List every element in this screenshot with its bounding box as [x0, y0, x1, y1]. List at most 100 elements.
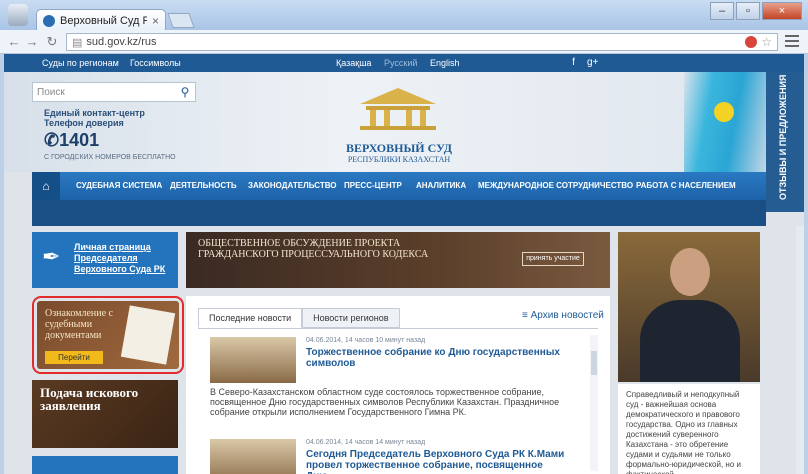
state-symbols-link[interactable]: Госсимволы	[130, 58, 181, 68]
claim-filing-banner[interactable]: Подача искового заявления	[32, 380, 178, 448]
tab-regional-news[interactable]: Новости регионов	[302, 308, 400, 328]
list-icon: ≡	[522, 310, 528, 321]
apple-icon[interactable]	[492, 57, 503, 68]
tab-latest-news[interactable]: Последние новости	[198, 308, 303, 328]
president-portrait-image	[618, 232, 760, 382]
news-archive-label: Архив новостей	[530, 310, 604, 321]
kazakhstan-flag-image	[684, 72, 766, 172]
search-field[interactable]: Поиск ⚲	[32, 82, 196, 102]
user-avatar-icon[interactable]	[8, 4, 28, 26]
regions-link[interactable]: Суды по регионам	[42, 58, 119, 68]
court-name[interactable]: ВЕРХОВНЫЙ СУД РЕСПУБЛИКИ КАЗАХСТАН	[339, 142, 459, 166]
court-documents-title: Ознакомление с судебными документами	[45, 308, 113, 341]
left-column-next-banner[interactable]	[32, 456, 178, 474]
news-date: 04.06.2014, 14 часов 14 минут назад	[306, 439, 426, 446]
extension-icon[interactable]	[745, 36, 758, 48]
lang-kazakh-link[interactable]: Қазақша	[336, 58, 371, 68]
window-controls: – ▫ ×	[710, 2, 802, 20]
contact-line-1: Единый контакт-центр	[44, 108, 145, 118]
page-scrollbar[interactable]	[796, 226, 804, 474]
nav-item-activity[interactable]: ДЕЯТЕЛЬНОСТЬ	[170, 181, 237, 190]
court-documents-banner[interactable]: Ознакомление с судебными документами Пер…	[37, 301, 179, 369]
nav-item-public-work[interactable]: РАБОТА С НАСЕЛЕНИЕМ	[636, 181, 736, 190]
nav-item-legislation[interactable]: ЗАКОНОДАТЕЛЬСТВО	[248, 181, 337, 190]
news-title[interactable]: Сегодня Председатель Верховного Суда РК …	[306, 449, 566, 474]
web-page: Суды по регионам Госсимволы Қазақша Русс…	[4, 54, 804, 474]
chairman-page-banner[interactable]: ✒ Личная страница Председателя Верховног…	[32, 232, 178, 288]
minimize-button[interactable]: –	[710, 2, 734, 20]
accessibility-eye-icon[interactable]	[739, 57, 750, 68]
go-button[interactable]: Перейти	[45, 351, 103, 364]
facebook-icon[interactable]: f	[568, 57, 579, 68]
page-icon: ▤	[72, 36, 83, 49]
address-url[interactable]: sud.gov.kz/rus	[86, 36, 741, 48]
instagram-icon[interactable]	[625, 57, 636, 68]
bookmark-star-icon[interactable]: ☆	[761, 35, 772, 49]
tab-title: Верховный Суд Республ	[60, 14, 147, 27]
flickr-icon[interactable]	[682, 57, 693, 68]
cloud-icon[interactable]	[644, 57, 655, 68]
feedback-side-tab[interactable]: ОТЗЫВЫ И ПРЕДЛОЖЕНИЯ	[766, 72, 804, 212]
site-header: Поиск ⚲ Единый контакт-центр Телефон дов…	[4, 72, 766, 172]
feather-icon: ✒	[42, 244, 61, 269]
hotline-phone: ✆1401	[44, 130, 99, 151]
address-bar[interactable]: ▤ sud.gov.kz/rus ☆	[66, 33, 778, 51]
news-description: В Северо-Казахстанском областном суде со…	[210, 387, 560, 417]
android-icon[interactable]	[511, 57, 522, 68]
news-scrollbar[interactable]	[590, 335, 598, 471]
court-name-line-1: ВЕРХОВНЫЙ СУД	[346, 141, 452, 155]
document-paper-icon	[120, 305, 176, 365]
close-window-button[interactable]: ×	[762, 2, 802, 20]
lang-russian-link[interactable]: Русский	[384, 58, 417, 68]
forward-arrow-icon[interactable]: →	[24, 34, 40, 50]
contact-center: Единый контакт-центр Телефон доверия	[44, 108, 145, 128]
home-icon[interactable]: ⌂	[32, 172, 60, 200]
news-date: 04.06.2014, 14 часов 10 минут назад	[306, 337, 426, 344]
news-thumbnail[interactable]	[210, 439, 296, 474]
google-plus-icon[interactable]: g+	[587, 57, 598, 68]
youtube-icon[interactable]	[606, 57, 617, 68]
participate-button[interactable]: принять участие	[522, 252, 584, 266]
court-name-line-2: РЕСПУБЛИКИ КАЗАХСТАН	[347, 155, 451, 164]
top-navigation: Суды по регионам Госсимволы Қазақша Русс…	[4, 54, 804, 72]
news-scroll-thumb[interactable]	[591, 351, 597, 375]
globe-icon[interactable]	[663, 57, 674, 68]
phone-icon: ✆	[44, 130, 60, 150]
news-panel: Последние новости Новости регионов ≡ Арх…	[186, 296, 610, 474]
new-tab-button[interactable]	[167, 13, 195, 28]
rss-icon[interactable]	[720, 57, 731, 68]
search-placeholder: Поиск	[37, 87, 65, 98]
site-favicon-icon	[43, 14, 55, 27]
tab-close-icon[interactable]: ×	[152, 14, 159, 28]
nav-item-judicial-system[interactable]: СУДЕБНАЯ СИСТЕМА	[76, 181, 162, 190]
court-emblem-icon[interactable]	[352, 86, 444, 132]
lang-english-link[interactable]: English	[430, 58, 460, 68]
search-icon[interactable]: ⚲	[175, 83, 195, 101]
president-quote: Справедливый и неподкупный суд - важнейш…	[618, 384, 760, 474]
reload-icon[interactable]: ↻	[44, 34, 60, 50]
social-icons: f g+	[492, 57, 750, 68]
nav-item-analytics[interactable]: АНАЛИТИКА	[416, 181, 466, 190]
news-archive-link[interactable]: ≡ Архив новостей	[522, 310, 604, 321]
nav-item-international[interactable]: МЕЖДУНАРОДНОЕ СОТРУДНИЧЕСТВО	[478, 181, 633, 190]
browser-toolbar: ← → ↻ ▤ sud.gov.kz/rus ☆	[0, 30, 808, 54]
discussion-title: ОБЩЕСТВЕННОЕ ОБСУЖДЕНИЕ ПРОЕКТА ГРАЖДАНС…	[198, 238, 429, 260]
phone-number: 1401	[59, 130, 100, 150]
pda-icon[interactable]	[701, 57, 712, 68]
browser-menu-icon[interactable]	[785, 35, 799, 49]
code-discussion-banner[interactable]: ОБЩЕСТВЕННОЕ ОБСУЖДЕНИЕ ПРОЕКТА ГРАЖДАНС…	[186, 232, 610, 288]
claim-filing-title: Подача искового заявления	[40, 385, 139, 413]
phone-note: С ГОРОДСКИХ НОМЕРОВ БЕСПЛАТНО	[44, 154, 176, 161]
browser-tab[interactable]: Верховный Суд Республ ×	[36, 9, 166, 31]
vk-icon[interactable]	[549, 57, 560, 68]
news-title[interactable]: Торжественное собрание ко Дню государств…	[306, 347, 566, 369]
chairman-page-link[interactable]: Личная страница Председателя Верховного …	[74, 242, 178, 275]
back-arrow-icon[interactable]: ←	[6, 34, 22, 50]
nav-item-press-center[interactable]: ПРЕСС-ЦЕНТР	[344, 181, 402, 190]
news-thumbnail[interactable]	[210, 337, 296, 383]
browser-titlebar: Верховный Суд Республ × – ▫ ×	[0, 0, 808, 31]
twitter-icon[interactable]	[530, 57, 541, 68]
news-tabs: Последние новости Новости регионов	[198, 308, 400, 328]
main-navigation: ⌂ СУДЕБНАЯ СИСТЕМА ДЕЯТЕЛЬНОСТЬ ЗАКОНОДА…	[32, 172, 766, 200]
maximize-button[interactable]: ▫	[736, 2, 760, 20]
